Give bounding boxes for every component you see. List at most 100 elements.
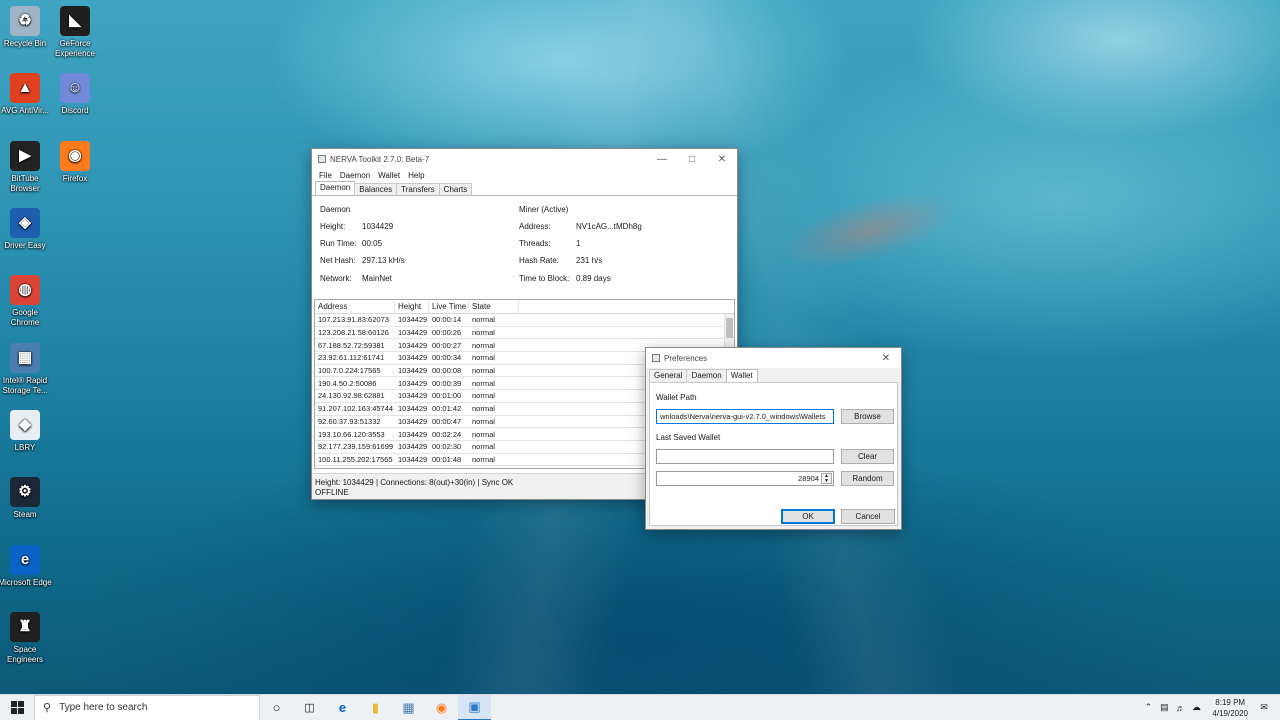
window-title: NERVA Toolkit 2.7.0: Beta-7 (330, 154, 430, 164)
table-cell: 23.92.61.112:61741 (318, 353, 385, 363)
desktop-icon[interactable]: ▦ Intel® Rapid Storage Te... (0, 343, 52, 396)
desktop-icon[interactable]: ◍ Google Chrome (0, 275, 52, 328)
edge-taskbar-icon[interactable]: e (326, 695, 359, 720)
table-cell: 1034429 (398, 454, 428, 464)
table-cell: 00:00:34 (432, 353, 462, 363)
nerva-titlebar[interactable]: NERVA Toolkit 2.7.0: Beta-7 — □ ✕ (312, 149, 737, 169)
random-button[interactable]: Random (841, 471, 894, 486)
task-view-icon[interactable]: ◫ (293, 695, 326, 720)
col-address[interactable]: Address (315, 300, 395, 314)
wallet-panel: Wallet Path wnloads\Nerva\nerva-gui-v2.7… (649, 382, 898, 526)
desktop-icon[interactable]: ⚙ Steam (0, 477, 52, 520)
desktop-icon[interactable]: ▲ AVG AntiVir... (0, 73, 52, 116)
cancel-button[interactable]: Cancel (841, 509, 895, 524)
table-row[interactable]: 123.208.21.58:60126 1034429 00:00:26 normal (315, 327, 734, 340)
close-icon[interactable]: ✕ (871, 348, 901, 368)
clock-date: 4/19/2020 (1212, 708, 1248, 718)
ttb-label: Time to Block: (519, 274, 570, 283)
desktop-icon[interactable]: ☺ Discord (48, 73, 102, 116)
driver-easy-icon: ◈ (10, 208, 40, 238)
nethash-value: 297.13 kH/s (362, 256, 405, 265)
table-cell: 00:02:24 (432, 429, 462, 439)
close-icon[interactable]: ✕ (707, 149, 737, 169)
table-cell: 100.11.255.202:17565 (318, 454, 393, 464)
table-cell: 00:00:26 (432, 328, 462, 338)
table-cell: 92.177.239.159:61699 (318, 442, 394, 452)
clear-button[interactable]: Clear (841, 449, 894, 464)
desktop-icon[interactable]: e Microsoft Edge (0, 545, 52, 588)
wallet-path-input[interactable]: wnloads\Nerva\nerva-gui-v2.7.0_windows\W… (656, 409, 834, 424)
system-tray: ⌃ ▤ ♬ ☁ 8:19 PM 4/19/2020 ✉ (1140, 695, 1280, 720)
last-saved-label: Last Saved Wallet (656, 433, 721, 442)
port-stepper[interactable]: 28904 ▲ ▼ (656, 471, 834, 486)
desktop-icon-label: Discord (61, 106, 89, 115)
avg-icon: ▲ (10, 73, 40, 103)
runtime-label: Run Time: (320, 239, 357, 248)
tab-general[interactable]: General (649, 369, 688, 381)
last-saved-input[interactable] (656, 449, 834, 464)
tab-balances[interactable]: Balances (354, 183, 398, 195)
maximize-icon[interactable]: □ (677, 149, 707, 169)
browse-button[interactable]: Browse (841, 409, 894, 424)
clock[interactable]: 8:19 PM 4/19/2020 (1204, 697, 1256, 719)
app-icon (318, 155, 326, 163)
desktop-icon[interactable]: ▶ BitTube Browser (0, 141, 52, 194)
table-cell: normal (472, 404, 495, 414)
tab-daemon-prefs[interactable]: Daemon (686, 369, 727, 381)
menu-help[interactable]: Help (404, 171, 428, 180)
table-row[interactable]: 107.213.91.83:62073 1034429 00:00:14 normal (315, 314, 734, 327)
taskbar-search[interactable]: ⚲ Type here to search (34, 694, 260, 720)
table-cell: 193.10.66.120:3553 (318, 429, 385, 439)
cortana-icon[interactable]: ○ (260, 695, 293, 720)
wallpaper-diver (728, 138, 1012, 322)
file-explorer-icon[interactable]: ▮ (359, 695, 392, 720)
tray-chevron-icon[interactable]: ⌃ (1140, 702, 1156, 713)
daemon-heading: Daemon (320, 205, 351, 214)
table-cell: normal (472, 315, 495, 325)
desktop-icon-label: Firefox (62, 174, 88, 183)
port-value: 28904 (798, 474, 819, 483)
menu-daemon[interactable]: Daemon (336, 171, 374, 180)
table-cell: 00:00:39 (432, 378, 462, 388)
desktop-icon[interactable]: ◆ LBRY (0, 410, 52, 453)
tab-daemon[interactable]: Daemon (315, 181, 356, 195)
table-cell: normal (472, 416, 495, 426)
tab-transfers[interactable]: Transfers (396, 183, 440, 195)
tab-wallet-prefs[interactable]: Wallet (725, 369, 758, 383)
wallet-path-label: Wallet Path (656, 393, 697, 402)
network-icon[interactable]: ▤ (1156, 702, 1172, 713)
desktop-icon[interactable]: ♜ Space Engineers (0, 612, 52, 665)
desktop-icon-label: GeForce Experience (54, 39, 96, 58)
desktop-icon[interactable]: ◉ Firefox (48, 141, 102, 184)
col-live-time[interactable]: Live Time (429, 300, 469, 314)
menu-wallet[interactable]: Wallet (374, 171, 404, 180)
ok-button[interactable]: OK (781, 509, 835, 524)
table-cell: 00:01:00 (432, 391, 462, 401)
nerva-taskbar-icon[interactable]: ▣ (458, 694, 491, 720)
intel-taskbar-icon[interactable]: ▦ (392, 695, 425, 720)
minimize-icon[interactable]: — (647, 149, 677, 169)
tab-charts[interactable]: Charts (438, 183, 473, 195)
table-cell: 1034429 (398, 340, 428, 350)
col-state[interactable]: State (469, 300, 519, 314)
miner-info: Miner (Active) Address: NV1cAG...tMDh8g … (519, 205, 729, 285)
desktop-icon-label: Intel® Rapid Storage Te... (2, 376, 48, 395)
start-button[interactable] (0, 695, 34, 720)
notifications-icon[interactable]: ✉ (1256, 702, 1272, 713)
table-cell: 1034429 (398, 366, 428, 376)
table-cell: 190.4.50.2:50086 (318, 378, 377, 388)
desktop-icon[interactable]: ◣ GeForce Experience (48, 6, 102, 59)
col-height[interactable]: Height (395, 300, 429, 314)
stepper-arrows-icon[interactable]: ▲ ▼ (821, 473, 832, 484)
menu-file[interactable]: File (315, 171, 336, 180)
desktop-icon[interactable]: ◈ Driver Easy (0, 208, 52, 251)
prefs-titlebar[interactable]: Preferences ✕ (646, 348, 901, 368)
desktop-icon[interactable]: ♻ Recycle Bin (0, 6, 52, 49)
volume-icon[interactable]: ♬ (1172, 703, 1188, 713)
table-cell: 1034429 (398, 378, 428, 388)
scroll-thumb[interactable] (726, 318, 733, 338)
onedrive-icon[interactable]: ☁ (1188, 702, 1204, 713)
table-cell: normal (472, 391, 495, 401)
firefox-taskbar-icon[interactable]: ◉ (425, 695, 458, 720)
table-cell: 107.213.91.83:62073 (318, 315, 389, 325)
